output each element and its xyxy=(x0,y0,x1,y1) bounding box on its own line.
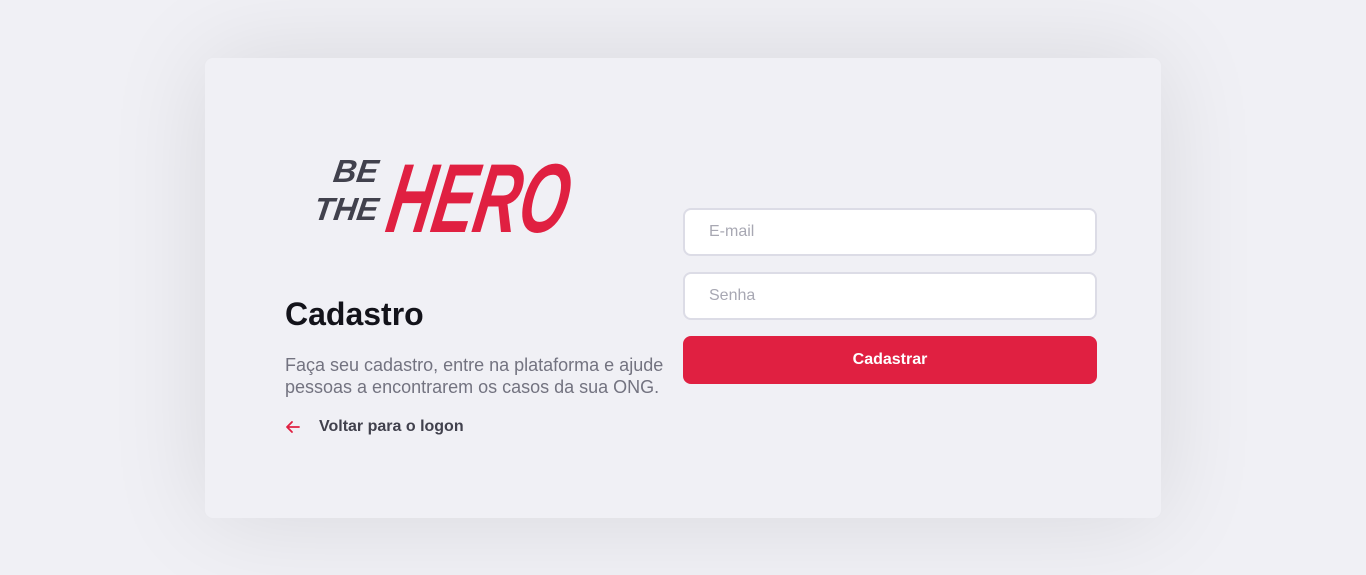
back-to-logon-link[interactable]: Voltar para o logon xyxy=(285,418,464,436)
arrow-left-icon xyxy=(285,419,301,435)
register-form: Cadastrar xyxy=(683,208,1097,384)
register-card: BE THE HERO Cadastro Faça seu cadastro, … xyxy=(205,58,1161,518)
intro-section: BE THE HERO Cadastro Faça seu cadastro, … xyxy=(285,58,665,518)
logo-text-be: BE xyxy=(331,153,382,189)
logo-text-hero: HERO xyxy=(380,144,571,246)
page-description: Faça seu cadastro, entre na plataforma e… xyxy=(285,355,664,397)
page-title: Cadastro xyxy=(285,296,424,332)
register-button[interactable]: Cadastrar xyxy=(683,336,1097,384)
be-the-hero-logo: BE THE HERO xyxy=(312,144,571,246)
logo-text-the: THE xyxy=(312,191,383,227)
password-input[interactable] xyxy=(683,272,1097,320)
back-link-label: Voltar para o logon xyxy=(319,418,464,435)
email-input[interactable] xyxy=(683,208,1097,256)
